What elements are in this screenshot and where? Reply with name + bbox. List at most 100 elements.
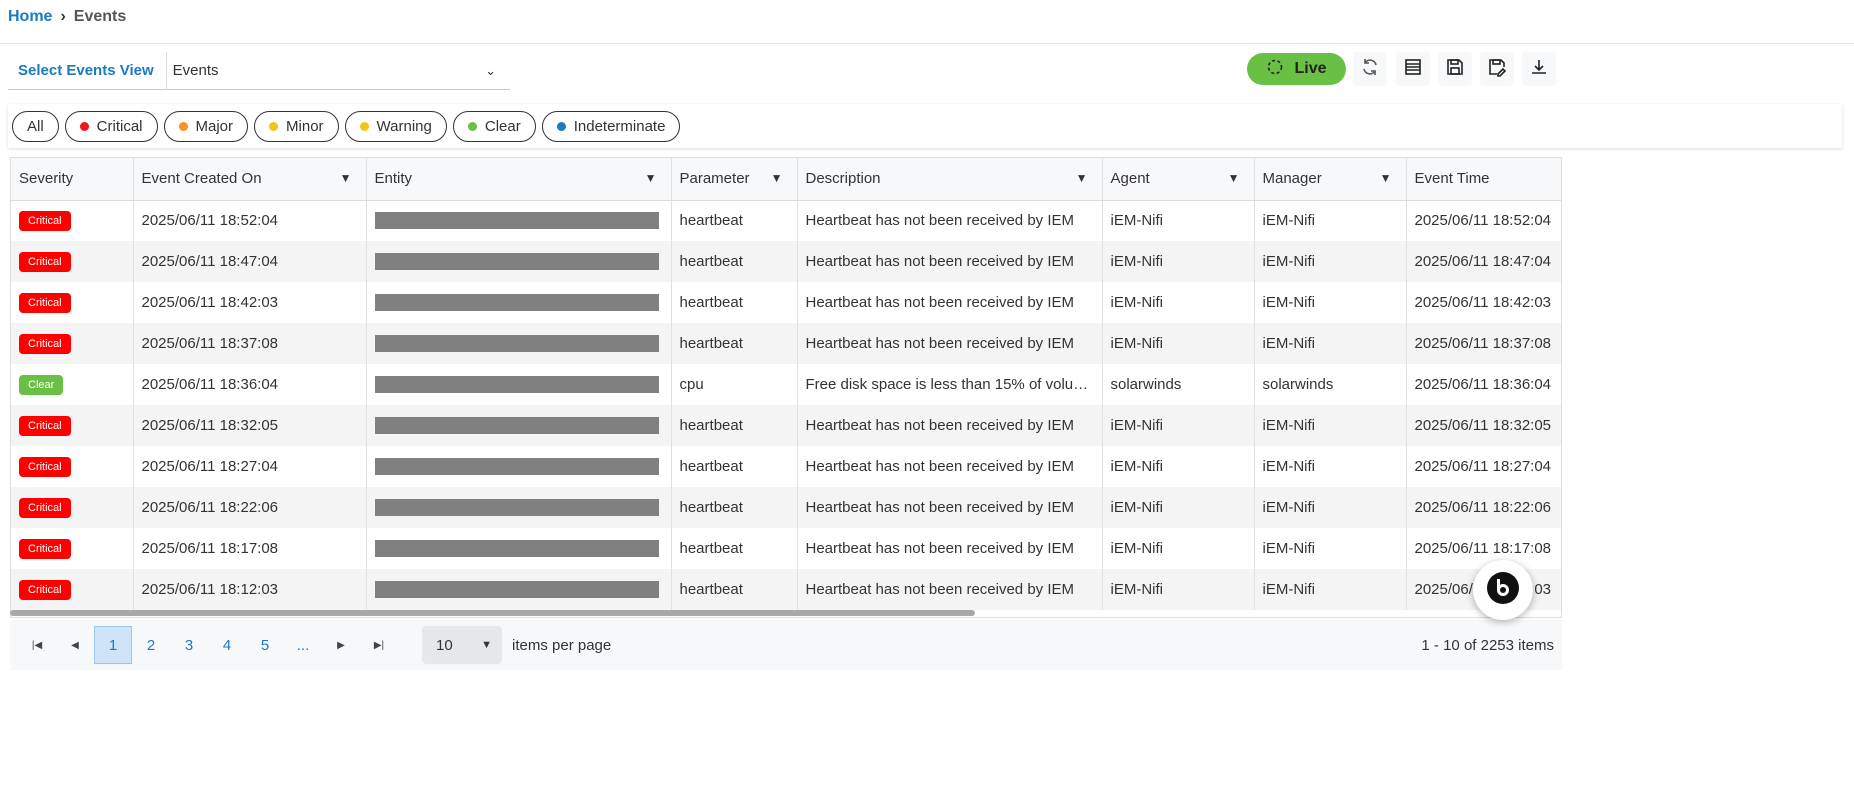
- filter-chip-warning[interactable]: Warning: [344, 110, 447, 142]
- cell-parameter: heartbeat: [671, 241, 798, 282]
- page-button[interactable]: 5: [246, 626, 284, 664]
- redacted-entity: [374, 376, 659, 393]
- caret-down-icon: ▼: [481, 639, 492, 651]
- cell-manager: iEM-Nifi: [1254, 528, 1407, 569]
- last-page-icon[interactable]: ▶|: [360, 626, 398, 664]
- filter-icon[interactable]: ▼: [1076, 171, 1088, 185]
- column-header[interactable]: Entity ▼: [366, 158, 672, 201]
- column-header-label: Manager: [1262, 170, 1322, 188]
- cell-event_time: 2025/06/11 18:36:04: [1406, 364, 1561, 405]
- filter-icon[interactable]: ▼: [645, 171, 657, 185]
- severity-badge: Critical: [19, 292, 71, 313]
- filter-icon[interactable]: ▼: [771, 171, 783, 185]
- severity-filter-bar: All Critical Major Minor Warning Clear Indeter…: [8, 104, 1842, 148]
- filter-chip-major[interactable]: Major: [163, 110, 249, 142]
- filter-chip-clear[interactable]: Clear: [452, 110, 536, 142]
- column-header[interactable]: Severity: [11, 158, 134, 201]
- column-header[interactable]: Manager ▼: [1254, 158, 1407, 201]
- column-header[interactable]: Parameter ▼: [671, 158, 798, 201]
- previous-page-icon[interactable]: ◀: [56, 626, 94, 664]
- table-row[interactable]: Critical 2025/06/11 18:17:08 heartbeat Hear…: [11, 528, 1561, 569]
- cell-created: 2025/06/11 18:22:06: [133, 487, 367, 528]
- cell-severity: Critical: [11, 528, 134, 569]
- column-header-label: Entity: [374, 170, 413, 188]
- filter-chip-all[interactable]: All: [12, 110, 59, 142]
- cell-entity: [366, 364, 672, 405]
- filter-chip-indeterminate[interactable]: Indeterminate: [541, 110, 681, 142]
- cell-description: Heartbeat has not been received by IEM: [797, 446, 1103, 487]
- column-header[interactable]: Event Time: [1406, 158, 1561, 201]
- page-button[interactable]: 2: [132, 626, 170, 664]
- events-view-select[interactable]: Select Events View Events ⌄: [8, 51, 510, 90]
- severity-badge: Critical: [19, 497, 71, 518]
- table-row[interactable]: Critical 2025/06/11 18:27:04 heartbeat Hear…: [11, 446, 1561, 487]
- cell-created: 2025/06/11 18:17:08: [133, 528, 367, 569]
- page-button[interactable]: 3: [170, 626, 208, 664]
- severity-badge: Critical: [19, 333, 71, 354]
- cell-created: 2025/06/11 18:42:03: [133, 282, 367, 323]
- cell-agent: iEM-Nifi: [1102, 200, 1255, 241]
- filter-icon[interactable]: ▼: [1380, 171, 1392, 185]
- assistant-logo-icon: [1486, 571, 1520, 610]
- breadcrumb: Home › Events: [8, 8, 126, 26]
- chevron-down-icon[interactable]: ⌄: [485, 63, 496, 79]
- filter-chip-critical[interactable]: Critical: [64, 110, 158, 142]
- save-button[interactable]: [1438, 52, 1472, 86]
- page-size-select[interactable]: 10 ▼: [422, 626, 502, 664]
- cell-event_time: 2025/06/11 18:37:08: [1406, 323, 1561, 364]
- cell-entity: [366, 569, 672, 610]
- horizontal-scrollbar[interactable]: [10, 610, 975, 616]
- cell-parameter: cpu: [671, 364, 798, 405]
- column-header[interactable]: Description ▼: [797, 158, 1103, 201]
- cell-agent: iEM-Nifi: [1102, 323, 1255, 364]
- cell-entity: [366, 446, 672, 487]
- cell-manager: iEM-Nifi: [1254, 282, 1407, 323]
- cell-entity: [366, 241, 672, 282]
- cell-severity: Critical: [11, 241, 134, 282]
- table-row[interactable]: Critical 2025/06/11 18:42:03 heartbeat Hear…: [11, 282, 1561, 323]
- filter-chip-minor[interactable]: Minor: [254, 110, 339, 142]
- severity-badge: Critical: [19, 415, 71, 436]
- cell-severity: Critical: [11, 323, 134, 364]
- save-edit-icon: [1487, 57, 1507, 82]
- cell-entity: [366, 528, 672, 569]
- page-button[interactable]: 1: [94, 626, 132, 664]
- cell-manager: iEM-Nifi: [1254, 241, 1407, 282]
- next-page-icon[interactable]: ▶: [322, 626, 360, 664]
- cell-created: 2025/06/11 18:36:04: [133, 364, 367, 405]
- page-button[interactable]: ...: [284, 626, 322, 664]
- table-row[interactable]: Critical 2025/06/11 18:52:04 heartbeat Hear…: [11, 200, 1561, 241]
- assistant-button[interactable]: [1473, 560, 1533, 620]
- first-page-icon[interactable]: |◀: [18, 626, 56, 664]
- table-row[interactable]: Critical 2025/06/11 18:32:05 heartbeat Hear…: [11, 405, 1561, 446]
- page-button[interactable]: 4: [208, 626, 246, 664]
- refresh-button[interactable]: [1353, 52, 1387, 86]
- live-button[interactable]: Live: [1247, 53, 1346, 85]
- download-button[interactable]: [1522, 52, 1556, 86]
- view-select-value[interactable]: Events: [167, 62, 485, 79]
- filter-icon[interactable]: ▼: [340, 171, 352, 185]
- column-header[interactable]: Event Created On ▼: [133, 158, 367, 201]
- columns-button[interactable]: [1396, 52, 1430, 86]
- cell-severity: Critical: [11, 200, 134, 241]
- cell-agent: solarwinds: [1102, 364, 1255, 405]
- chip-label: Indeterminate: [573, 117, 666, 135]
- breadcrumb-home-link[interactable]: Home: [8, 8, 52, 26]
- table-row[interactable]: Critical 2025/06/11 18:12:03 heartbeat Hear…: [11, 569, 1561, 610]
- table-row[interactable]: Critical 2025/06/11 18:37:08 heartbeat Hear…: [11, 323, 1561, 364]
- table-row[interactable]: Critical 2025/06/11 18:47:04 heartbeat Hear…: [11, 241, 1561, 282]
- table-row[interactable]: Critical 2025/06/11 18:22:06 heartbeat Hear…: [11, 487, 1561, 528]
- cell-entity: [366, 323, 672, 364]
- table-row[interactable]: Clear 2025/06/11 18:36:04 cpu Free disk spa…: [11, 364, 1561, 405]
- cell-event_time: 2025/06/11 18:32:05: [1406, 405, 1561, 446]
- cell-event_time: 2025/06/11 18:17:08: [1406, 528, 1561, 569]
- save-as-button[interactable]: [1480, 52, 1514, 86]
- column-header-label: Event Created On: [141, 170, 262, 188]
- cell-manager: iEM-Nifi: [1254, 446, 1407, 487]
- cell-manager: iEM-Nifi: [1254, 487, 1407, 528]
- cell-entity: [366, 200, 672, 241]
- chevron-right-icon: ›: [60, 8, 66, 25]
- column-header[interactable]: Agent ▼: [1102, 158, 1255, 201]
- cell-created: 2025/06/11 18:27:04: [133, 446, 367, 487]
- filter-icon[interactable]: ▼: [1228, 171, 1240, 185]
